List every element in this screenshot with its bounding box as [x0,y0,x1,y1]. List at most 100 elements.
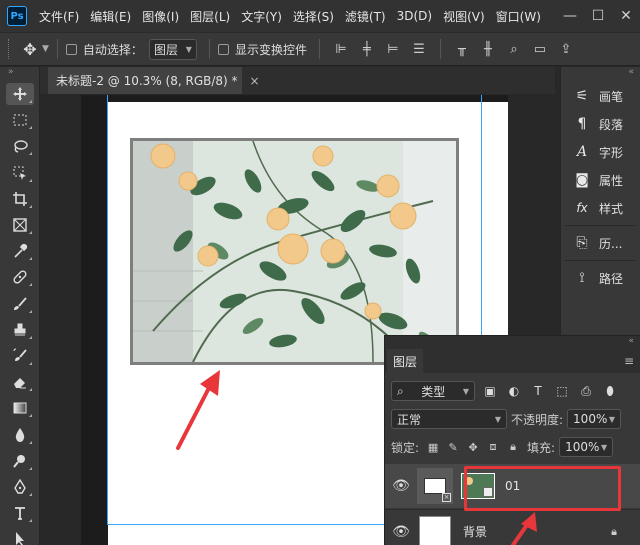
guide-line[interactable] [107,524,387,525]
lock-position-icon[interactable]: ✥ [463,441,483,454]
paragraph-icon: ¶ [577,116,587,132]
align-center-icon[interactable]: ╪ [358,42,376,57]
tool-eraser[interactable] [0,369,40,395]
menu-3d[interactable]: 3D(D) [397,9,432,23]
lock-artboard-icon[interactable]: ⧈ [483,440,503,454]
align-right-icon[interactable]: ⊨ [384,42,402,57]
menu-file[interactable]: 文件(F) [39,8,79,25]
dock-paragraph[interactable]: ¶ 段落 [561,110,640,138]
menu-image[interactable]: 图像(I) [142,8,179,25]
close-tab-icon[interactable]: × [250,74,260,88]
distribute-icon[interactable]: ☰ [410,42,428,57]
tool-preset-dropdown-icon[interactable]: ▼ [42,44,49,54]
guide-line[interactable] [107,95,108,525]
document-tab-title: 未标题-2 @ 10.3% (8, RGB/8) * [56,74,238,88]
layer-filter-dropdown[interactable]: ⌕ 类型 ▼ [391,381,475,401]
dock-styles[interactable]: fx 样式 [561,194,640,222]
tool-stamp[interactable] [0,317,40,343]
menu-window[interactable]: 窗口(W) [496,8,541,25]
frame-thumbnail: ⨯ [417,468,453,504]
dock-properties-label: 属性 [599,173,624,188]
filter-shape-icon[interactable]: ⬚ [553,384,571,398]
align-top-icon[interactable]: ╥ [453,42,471,57]
menu-type[interactable]: 文字(Y) [241,8,282,25]
menu-filter[interactable]: 滤镜(T) [345,8,386,25]
lock-pixels-icon[interactable]: ✎ [443,441,463,454]
separator [439,39,441,59]
guide-line[interactable] [481,95,482,335]
filter-toggle-icon[interactable]: ⬮ [601,384,619,399]
tool-pen[interactable] [0,474,40,500]
tool-lasso[interactable] [0,133,40,159]
layer-name-background[interactable]: 背景 [463,523,487,540]
dock-brush[interactable]: ⚟ 画笔 [561,82,640,110]
lock-icon: 🔒︎ [611,524,617,538]
tool-healing-brush[interactable] [0,264,40,290]
collapse-dock-icon[interactable]: « [561,67,640,82]
options-grip[interactable] [8,39,12,59]
tool-brush[interactable] [0,291,40,317]
filter-pixel-icon[interactable]: ▣ [481,384,499,398]
dock-glyphs[interactable]: A 字形 [561,138,640,166]
tool-gradient[interactable] [0,395,40,421]
filter-smart-object-icon[interactable]: ⎙ [577,384,595,399]
eye-icon[interactable]: 👁︎ [385,478,417,494]
maximize-button[interactable]: ☐ [584,8,612,24]
dock-paths[interactable]: ⟟ 路径 [561,264,640,292]
highlight-box-annotation [464,466,621,511]
workspace-icon[interactable]: ▭ [531,42,549,57]
search-icon[interactable]: ⌕ [505,42,523,57]
move-tool-icon[interactable]: ✥ [20,40,40,59]
tool-blur[interactable] [0,421,40,447]
auto-select-value: 图层 [153,42,178,57]
opacity-value: 100% [573,412,608,426]
collapse-icon[interactable]: » [0,67,39,81]
tool-frame[interactable] [0,212,40,238]
fill-field[interactable]: 100% ▼ [559,437,614,457]
close-button[interactable]: ✕ [612,8,640,24]
lock-transparent-icon[interactable]: ▦ [423,441,443,454]
panel-menu-icon[interactable]: ≡ [624,354,634,368]
dock-properties[interactable]: ◙ 属性 [561,166,640,194]
filter-adjustment-icon[interactable]: ◐ [505,384,523,398]
filter-type-icon[interactable]: T [529,384,547,398]
minimize-button[interactable]: — [556,8,584,24]
chevron-down-icon: ▼ [600,442,608,452]
red-arrow-annotation [511,512,537,545]
menu-edit[interactable]: 编辑(E) [90,8,131,25]
show-transform-checkbox[interactable] [217,43,229,55]
dock-history[interactable]: ⎘ 历... [561,229,640,257]
rose-photo[interactable] [130,138,459,365]
tool-dodge[interactable] [0,448,40,474]
align-middle-icon[interactable]: ╫ [479,42,497,57]
tool-crop[interactable] [0,186,40,212]
dock-brush-label: 画笔 [599,89,624,104]
show-transform-label: 显示变换控件 [234,42,307,57]
menu-layer[interactable]: 图层(L) [190,8,230,25]
tool-eyedropper[interactable] [0,238,40,264]
collapse-layers-icon[interactable]: « [385,336,640,349]
auto-select-dropdown[interactable]: 图层 ▼ [148,38,197,60]
dock-paths-label: 路径 [599,271,624,286]
document-tab[interactable]: 未标题-2 @ 10.3% (8, RGB/8) * × [48,67,260,94]
chevron-down-icon: ▼ [494,414,501,424]
tool-path-select[interactable] [0,526,40,545]
eye-icon[interactable]: 👁︎ [385,524,417,540]
layers-tab[interactable]: 图层 [387,349,424,373]
frame-badge-icon: ⨯ [442,493,451,502]
share-icon[interactable]: ⇪ [557,42,575,57]
align-left-icon[interactable]: ⊫ [332,42,350,57]
auto-select-checkbox[interactable] [65,43,77,55]
tool-object-select[interactable] [0,160,40,186]
lock-all-icon[interactable]: 🔒︎ [503,440,523,454]
tool-marquee[interactable] [0,107,40,133]
opacity-field[interactable]: 100% ▼ [567,409,622,429]
blend-mode-dropdown[interactable]: 正常 ▼ [391,409,507,429]
menu-select[interactable]: 选择(S) [293,8,334,25]
tool-type[interactable] [0,500,40,526]
menu-view[interactable]: 视图(V) [443,8,485,25]
history-icon: ⎘ [576,235,588,251]
separator [565,225,636,226]
tool-history-brush[interactable] [0,343,40,369]
tool-move[interactable] [0,81,40,107]
